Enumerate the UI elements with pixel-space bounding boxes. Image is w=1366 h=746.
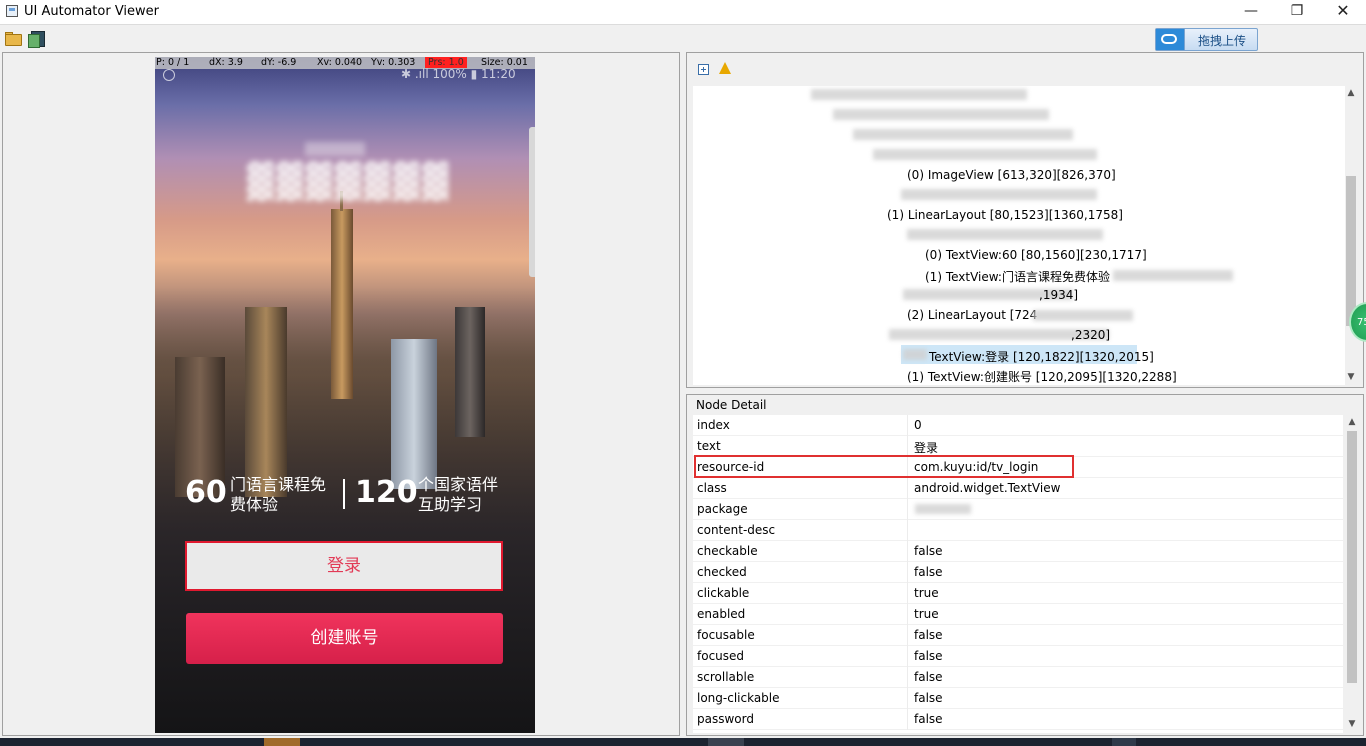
detail-key: password [697,712,754,726]
detail-key: long-clickable [697,691,780,705]
device-screenshot-icon[interactable] [28,31,45,48]
cloud-icon [1156,29,1185,50]
detail-row-long-clickable[interactable]: long-clickable false [693,688,1343,709]
screenshot-panel: ▓▓▓▓▓▓▓ P: 0 / 1 dX: 3.9 dY: -6.9 Xv: 0.… [2,52,680,736]
detail-value: 0 [914,418,922,432]
warning-icon[interactable] [719,62,731,74]
detail-row-checked[interactable]: checked false [693,562,1343,583]
drag-upload-button[interactable]: 拖拽上传 [1155,28,1258,51]
stat-number-countries: 120 [355,475,418,510]
detail-key: focused [697,649,745,663]
detail-key: focusable [697,628,755,642]
notification-icon [163,69,175,81]
detail-value: 登录 [914,441,939,455]
detail-key: enabled [697,607,746,621]
detail-value: false [914,544,943,558]
detail-value: false [914,628,943,642]
resource-id-highlight [694,455,1074,478]
window-title: UI Automator Viewer [24,4,160,19]
detail-key: scrollable [697,670,755,684]
tree-node[interactable]: (1) TextView:创建账号 [120,2095][1320,2288] [907,368,1177,385]
detail-value: false [914,712,943,726]
scroll-up-icon[interactable]: ▲ [1346,88,1356,98]
tree-node[interactable]: (1) LinearLayout [80,1523][1360,1758] [887,208,1123,222]
hierarchy-panel: (0) ImageView [613,320][826,370] (1) Lin… [686,52,1364,388]
title-bar: UI Automator Viewer — ❐ ✕ [0,0,1366,24]
expand-all-icon[interactable] [698,64,709,75]
scroll-down-icon[interactable]: ▼ [1346,372,1356,382]
stat-divider [343,479,345,509]
stat-number-courses: 60 [185,475,227,510]
detail-scrollbar[interactable]: ▲ ▼ [1345,415,1359,733]
detail-row-package[interactable]: package [693,499,1343,520]
detail-row-focusable[interactable]: focusable false [693,625,1343,646]
tree-node[interactable]: (1) TextView:门语言课程免费体验 [925,268,1110,285]
detail-row-scrollable[interactable]: scrollable false [693,667,1343,688]
create-account-button[interactable]: 创建账号 [186,613,503,664]
tree-node[interactable]: (0) ImageView [613,320][826,370] [907,168,1116,182]
detail-key: clickable [697,586,750,600]
close-button[interactable]: ✕ [1320,0,1366,24]
empire-state-building [331,191,353,399]
detail-key: checked [697,565,747,579]
tree-node[interactable]: (0) TextView:60 [80,1560][230,1717] [925,248,1147,262]
scroll-up-icon[interactable]: ▲ [1347,417,1357,427]
detail-value: true [914,607,939,621]
detail-key: content-desc [697,523,776,537]
app-icon [6,5,18,17]
detail-row-class[interactable]: class android.widget.TextView [693,478,1343,499]
detail-value: false [914,565,943,579]
taskbar [0,738,1366,746]
toolbar: 拖拽上传 [0,24,1366,53]
tree-node-selected[interactable]: TextView:登录 [120,1822][1320,2015] [929,348,1154,365]
hierarchy-tree[interactable]: (0) ImageView [613,320][826,370] (1) Lin… [693,86,1357,385]
device-screen[interactable]: ▓▓▓▓▓▓▓ P: 0 / 1 dX: 3.9 dY: -6.9 Xv: 0.… [155,57,535,733]
upload-label: 拖拽上传 [1198,34,1247,48]
detail-value: false [914,649,943,663]
detail-key: checkable [697,544,758,558]
detail-row-clickable[interactable]: clickable true [693,583,1343,604]
detail-key: class [697,481,727,495]
node-detail-title: Node Detail [696,398,767,412]
detail-row-checkable[interactable]: checkable false [693,541,1343,562]
detail-key: package [697,502,748,516]
detail-key: index [697,418,730,432]
detail-row-focused[interactable]: focused false [693,646,1343,667]
detail-value: android.widget.TextView [914,481,1061,495]
detail-row-content-desc[interactable]: content-desc [693,520,1343,541]
minimize-button[interactable]: — [1228,0,1274,24]
stat-text-courses: 门语言课程免 费体验 [230,475,327,514]
blurred-app-logo: ▓▓▓▓▓▓▓ [247,162,452,202]
detail-row-password[interactable]: password false [693,709,1343,730]
hierarchy-scrollbar[interactable]: ▲ ▼ [1345,86,1357,385]
detail-value: true [914,586,939,600]
tree-node[interactable]: ,1934] [1039,288,1078,302]
detail-row-enabled[interactable]: enabled true [693,604,1343,625]
maximize-button[interactable]: ❐ [1274,0,1320,24]
detail-row-index[interactable]: index 0 [693,415,1343,436]
detail-row-text[interactable]: text 登录 [693,436,1343,457]
detail-value: false [914,670,943,684]
tree-node[interactable]: ,2320] [1071,328,1110,342]
stat-text-countries: 个国家语伴 互助学习 [418,475,499,514]
login-button[interactable]: 登录 [185,541,503,591]
device-status-bar: ✱ .ıll 100% ▮ 11:20 [155,67,535,83]
detail-key: text [697,439,721,453]
scroll-down-icon[interactable]: ▼ [1347,719,1357,729]
tree-node[interactable]: (2) LinearLayout [724 [907,308,1037,322]
node-detail-panel: Node Detail index 0 text 登录 resource-id com.k… [686,394,1364,736]
detail-value: false [914,691,943,705]
open-folder-icon[interactable] [5,31,22,46]
